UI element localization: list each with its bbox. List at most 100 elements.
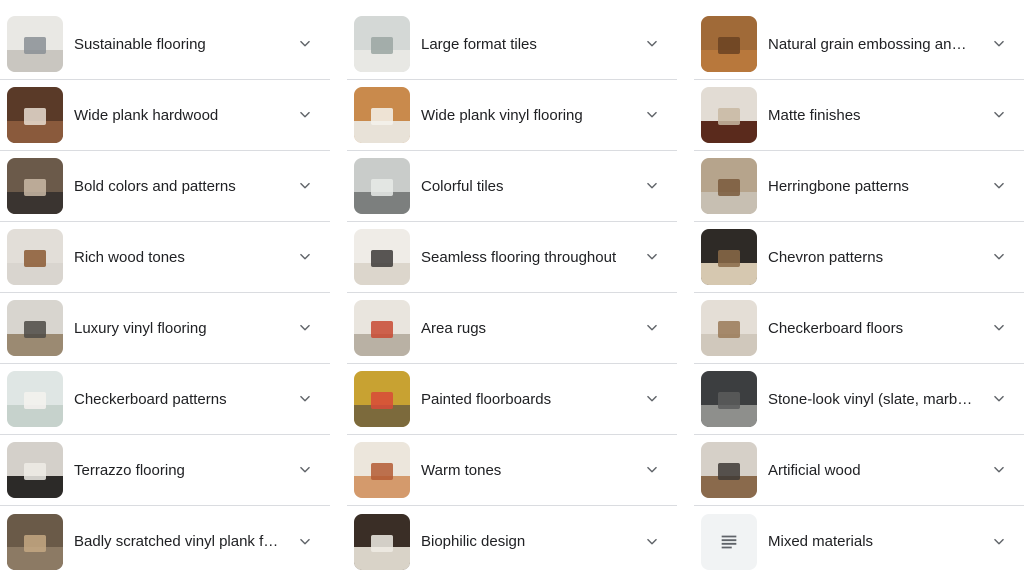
related-search-item-3-1[interactable]: Natural grain embossing and … — [694, 9, 1024, 80]
thumbnail-accent — [370, 179, 394, 197]
related-search-item-3-2[interactable]: Matte finishes — [694, 80, 1024, 151]
chevron-down-icon[interactable] — [645, 37, 659, 51]
chevron-down-icon[interactable] — [298, 108, 312, 122]
wide-plank-vinyl-thumbnail — [354, 87, 410, 143]
related-search-item-1-2[interactable]: Wide plank hardwood — [0, 80, 330, 151]
related-search-item-1-4[interactable]: Rich wood tones — [0, 222, 330, 293]
thumbnail-accent — [23, 37, 47, 55]
related-search-item-3-4[interactable]: Chevron patterns — [694, 222, 1024, 293]
chevron-down-icon[interactable] — [298, 535, 312, 549]
chevron-down-icon[interactable] — [992, 179, 1006, 193]
related-search-item-3-6[interactable]: Stone-look vinyl (slate, marbl… — [694, 364, 1024, 435]
related-search-item-1-6[interactable]: Checkerboard patterns — [0, 364, 330, 435]
thumbnail-accent — [370, 250, 394, 268]
chevron-down-icon[interactable] — [992, 321, 1006, 335]
chevron-down-icon[interactable] — [645, 250, 659, 264]
thumbnail-accent — [717, 108, 741, 126]
related-search-item-3-8[interactable]: Mixed materials — [694, 506, 1024, 577]
checkerboard-patterns-thumbnail — [7, 371, 63, 427]
thumbnail-accent — [370, 108, 394, 126]
thumbnail-accent — [23, 179, 47, 197]
column-3: Natural grain embossing and … Matte fini… — [694, 9, 1024, 577]
chevron-down-icon[interactable] — [645, 463, 659, 477]
chevron-down-icon[interactable] — [645, 392, 659, 406]
related-search-label: Badly scratched vinyl plank fl… — [74, 533, 279, 550]
thumbnail-accent — [370, 463, 394, 481]
related-search-item-2-6[interactable]: Painted floorboards — [347, 364, 677, 435]
matte-finishes-thumbnail — [701, 87, 757, 143]
related-search-item-1-3[interactable]: Bold colors and patterns — [0, 151, 330, 222]
area-rugs-thumbnail — [354, 300, 410, 356]
column-1: Sustainable flooring Wide plank hardwood… — [0, 9, 330, 577]
thumbnail-accent — [370, 37, 394, 55]
related-search-item-2-2[interactable]: Wide plank vinyl flooring — [347, 80, 677, 151]
related-search-label: Wide plank vinyl flooring — [421, 106, 583, 124]
thumbnail-accent — [23, 321, 47, 339]
chevron-down-icon[interactable] — [992, 108, 1006, 122]
related-search-item-3-3[interactable]: Herringbone patterns — [694, 151, 1024, 222]
related-search-label: Wide plank hardwood — [74, 106, 219, 124]
thumbnail-accent — [23, 463, 47, 481]
warm-tones-thumbnail — [354, 442, 410, 498]
related-search-label: Mixed materials — [768, 533, 874, 550]
chevron-down-icon[interactable] — [298, 392, 312, 406]
related-search-item-1-7[interactable]: Terrazzo flooring — [0, 435, 330, 506]
related-search-label: Seamless flooring throughout — [421, 248, 617, 266]
sustainable-flooring-thumbnail — [7, 16, 63, 72]
thumbnail-accent — [717, 179, 741, 197]
related-search-item-2-4[interactable]: Seamless flooring throughout — [347, 222, 677, 293]
large-format-tiles-thumbnail — [354, 16, 410, 72]
artificial-wood-thumbnail — [701, 442, 757, 498]
thumbnail-accent — [717, 250, 741, 268]
related-search-item-3-7[interactable]: Artificial wood — [694, 435, 1024, 506]
related-search-item-1-1[interactable]: Sustainable flooring — [0, 9, 330, 80]
chevron-down-icon[interactable] — [645, 321, 659, 335]
thumbnail-accent — [717, 37, 741, 55]
chevron-down-icon[interactable] — [992, 392, 1006, 406]
related-search-item-2-3[interactable]: Colorful tiles — [347, 151, 677, 222]
related-search-label: Natural grain embossing and … — [768, 35, 973, 53]
chevron-down-icon[interactable] — [298, 463, 312, 477]
chevron-down-icon[interactable] — [298, 321, 312, 335]
related-search-item-2-8[interactable]: Biophilic design — [347, 506, 677, 577]
thumbnail-accent — [717, 463, 741, 481]
scratched-vinyl-thumbnail — [7, 513, 63, 570]
natural-grain-thumbnail — [701, 16, 757, 72]
related-search-label: Artificial wood — [768, 461, 861, 479]
related-search-label: Checkerboard floors — [768, 319, 904, 337]
chevron-down-icon[interactable] — [645, 535, 659, 549]
related-search-label: Checkerboard patterns — [74, 390, 227, 408]
related-search-item-1-8[interactable]: Badly scratched vinyl plank fl… — [0, 506, 330, 577]
chevron-down-icon[interactable] — [645, 179, 659, 193]
related-search-label: Luxury vinyl flooring — [74, 319, 207, 337]
thumbnail-accent — [717, 321, 741, 339]
chevron-down-icon[interactable] — [992, 37, 1006, 51]
stone-look-vinyl-thumbnail — [701, 371, 757, 427]
terrazzo-thumbnail — [7, 442, 63, 498]
related-search-item-1-5[interactable]: Luxury vinyl flooring — [0, 293, 330, 364]
related-search-label: Area rugs — [421, 319, 487, 337]
chevron-down-icon[interactable] — [645, 108, 659, 122]
chevron-down-icon[interactable] — [992, 463, 1006, 477]
chevron-down-icon[interactable] — [298, 179, 312, 193]
thumbnail-accent — [370, 321, 394, 339]
related-search-label: Herringbone patterns — [768, 177, 909, 195]
related-search-item-2-7[interactable]: Warm tones — [347, 435, 677, 506]
related-search-label: Painted floorboards — [421, 390, 552, 408]
colorful-tiles-thumbnail — [354, 158, 410, 214]
chevron-down-icon[interactable] — [298, 37, 312, 51]
chevron-down-icon[interactable] — [298, 250, 312, 264]
related-search-label: Sustainable flooring — [74, 35, 206, 53]
thumbnail-accent — [23, 108, 47, 126]
related-search-item-2-1[interactable]: Large format tiles — [347, 9, 677, 80]
biophilic-design-thumbnail — [354, 513, 410, 570]
related-search-item-2-5[interactable]: Area rugs — [347, 293, 677, 364]
chevron-down-icon[interactable] — [992, 535, 1006, 549]
bold-colors-thumbnail — [7, 158, 63, 214]
related-search-item-3-5[interactable]: Checkerboard floors — [694, 293, 1024, 364]
related-search-label: Biophilic design — [421, 533, 526, 550]
thumbnail-accent — [717, 392, 741, 410]
thumbnail-accent — [23, 392, 47, 410]
chevron-down-icon[interactable] — [992, 250, 1006, 264]
related-searches-grid: Sustainable flooring Wide plank hardwood… — [0, 9, 1024, 577]
